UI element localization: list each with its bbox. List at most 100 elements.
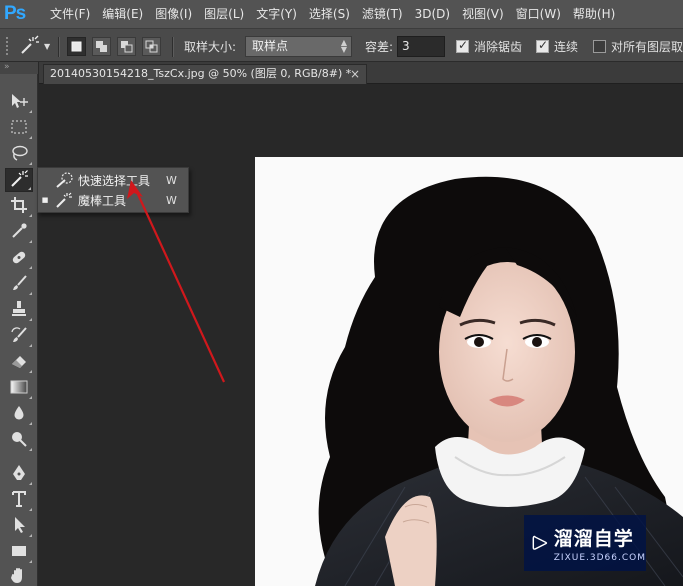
- tool-group-corner: [29, 344, 32, 347]
- menu-file[interactable]: 文件(F): [44, 0, 96, 28]
- gradient-tool[interactable]: [5, 376, 33, 400]
- dodge-tool[interactable]: [5, 428, 33, 452]
- tool-group-corner: [29, 448, 32, 451]
- options-bar: ▼ 取样大小: 取样点 ▲ ▼ 容差: 3 ✓ 消除锯齿 ✓ 连续 对所有图层取: [0, 28, 683, 62]
- flyout-item-magic-wand[interactable]: ■ 魔棒工具 W: [38, 190, 188, 210]
- shape-tool[interactable]: [5, 540, 33, 564]
- checkbox-unchecked-icon: [593, 39, 606, 53]
- intersect-selection-button[interactable]: [142, 37, 161, 56]
- rectangle-icon: [10, 543, 28, 562]
- tool-group-corner: [29, 266, 32, 269]
- menu-type[interactable]: 文字(Y): [250, 0, 303, 28]
- document-tab[interactable]: 20140530154218_TszCx.jpg @ 50% (图层 0, RG…: [43, 64, 367, 84]
- photoshop-logo: Ps: [4, 3, 26, 24]
- subtract-from-selection-button[interactable]: [117, 37, 136, 56]
- watermark-logo: 溜溜自学 ZIXUE.3D66.COM: [524, 515, 646, 571]
- pen-tool[interactable]: [5, 462, 33, 486]
- sample-size-value: 取样点: [252, 39, 289, 53]
- checkbox-checked-icon: ✓: [536, 37, 549, 53]
- menu-edit[interactable]: 编辑(E): [96, 0, 149, 28]
- tool-group-corner: [29, 318, 32, 321]
- quick-selection-icon: [52, 171, 76, 189]
- history-brush-icon: [10, 326, 28, 347]
- brush-tool[interactable]: [5, 272, 33, 296]
- rect-marquee-icon: [10, 119, 28, 138]
- contiguous-label: 连续: [554, 39, 579, 54]
- move-icon: [9, 92, 29, 113]
- tolerance-label: 容差:: [365, 39, 394, 54]
- tool-group-corner: [28, 187, 31, 190]
- flyout-item-shortcut: W: [166, 173, 177, 187]
- tolerance-input[interactable]: 3: [397, 36, 445, 57]
- lasso-icon: [10, 144, 28, 165]
- gradient-icon: [10, 379, 28, 398]
- toolbox-collapse-grip[interactable]: »: [0, 62, 38, 74]
- tool-group-corner: [29, 534, 32, 537]
- tool-preset-picker[interactable]: ▼: [18, 29, 50, 63]
- contiguous-checkbox[interactable]: ✓ 连续: [536, 29, 578, 63]
- menu-bar: Ps 文件(F) 编辑(E) 图像(I) 图层(L) 文字(Y) 选择(S) 滤…: [0, 0, 683, 28]
- tool-group-corner: [29, 422, 32, 425]
- type-tool[interactable]: [5, 488, 33, 512]
- tool-flyout-menu: 快速选择工具 W ■ 魔棒工具 W: [37, 167, 189, 213]
- select-arrows-icon: ▲ ▼: [340, 38, 347, 54]
- antialias-checkbox[interactable]: ✓ 消除锯齿: [456, 29, 522, 63]
- tool-group-corner: [29, 396, 32, 399]
- tool-group-corner: [29, 370, 32, 373]
- arrow-cursor-icon: [10, 516, 28, 537]
- hand-tool[interactable]: [5, 564, 33, 586]
- sample-all-layers-label: 对所有图层取: [611, 39, 683, 54]
- menu-window[interactable]: 窗口(W): [510, 0, 567, 28]
- tool-group-corner: [29, 240, 32, 243]
- crop-tool[interactable]: [5, 194, 33, 218]
- divider: [58, 37, 59, 57]
- tool-group-corner: [29, 292, 32, 295]
- watermark-title: 溜溜自学: [553, 527, 634, 550]
- tool-group-corner: [29, 136, 32, 139]
- clone-stamp-tool[interactable]: [5, 298, 33, 322]
- current-tool-bullet: ■: [41, 196, 49, 204]
- eraser-tool[interactable]: [5, 350, 33, 374]
- crop-icon: [10, 196, 28, 217]
- tool-group-corner: [29, 482, 32, 485]
- tool-group-corner: [29, 110, 32, 113]
- eyedropper-tool[interactable]: [5, 220, 33, 244]
- pen-icon: [10, 464, 28, 485]
- history-brush-tool[interactable]: [5, 324, 33, 348]
- flyout-item-quick-selection[interactable]: 快速选择工具 W: [38, 170, 188, 190]
- menu-filter[interactable]: 滤镜(T): [356, 0, 409, 28]
- eraser-icon: [10, 352, 28, 373]
- menu-3d[interactable]: 3D(D): [409, 0, 456, 28]
- flyout-item-shortcut: W: [166, 193, 177, 207]
- menu-view[interactable]: 视图(V): [456, 0, 510, 28]
- add-to-selection-button[interactable]: [92, 37, 111, 56]
- toolbox: »: [0, 62, 38, 586]
- lasso-tool[interactable]: [5, 142, 33, 166]
- menu-help[interactable]: 帮助(H): [567, 0, 621, 28]
- flyout-item-label: 快速选择工具: [78, 173, 151, 188]
- path-selection-tool[interactable]: [5, 514, 33, 538]
- bandage-icon: [9, 248, 29, 269]
- antialias-label: 消除锯齿: [474, 39, 523, 54]
- menu-layer[interactable]: 图层(L): [198, 0, 250, 28]
- menu-image[interactable]: 图像(I): [149, 0, 198, 28]
- play-logo-icon: [532, 535, 548, 550]
- move-tool[interactable]: [5, 90, 33, 114]
- blur-tool[interactable]: [5, 402, 33, 426]
- healing-brush-tool[interactable]: [5, 246, 33, 270]
- menu-select[interactable]: 选择(S): [303, 0, 356, 28]
- close-icon[interactable]: ×: [350, 65, 360, 83]
- flyout-item-label: 魔棒工具: [78, 193, 127, 208]
- magic-wand-tool[interactable]: [5, 168, 33, 192]
- sample-all-layers-checkbox[interactable]: 对所有图层取: [593, 29, 683, 63]
- new-selection-button[interactable]: [67, 37, 86, 56]
- tool-group-corner: [29, 508, 32, 511]
- canvas-area[interactable]: [39, 84, 683, 586]
- hand-icon: [10, 566, 28, 586]
- stamp-icon: [10, 300, 28, 321]
- divider: [172, 37, 173, 57]
- sample-size-select[interactable]: 取样点 ▲ ▼: [245, 36, 352, 57]
- marquee-tool[interactable]: [5, 116, 33, 140]
- magic-wand-icon: [52, 191, 76, 209]
- tool-group-corner: [29, 162, 32, 165]
